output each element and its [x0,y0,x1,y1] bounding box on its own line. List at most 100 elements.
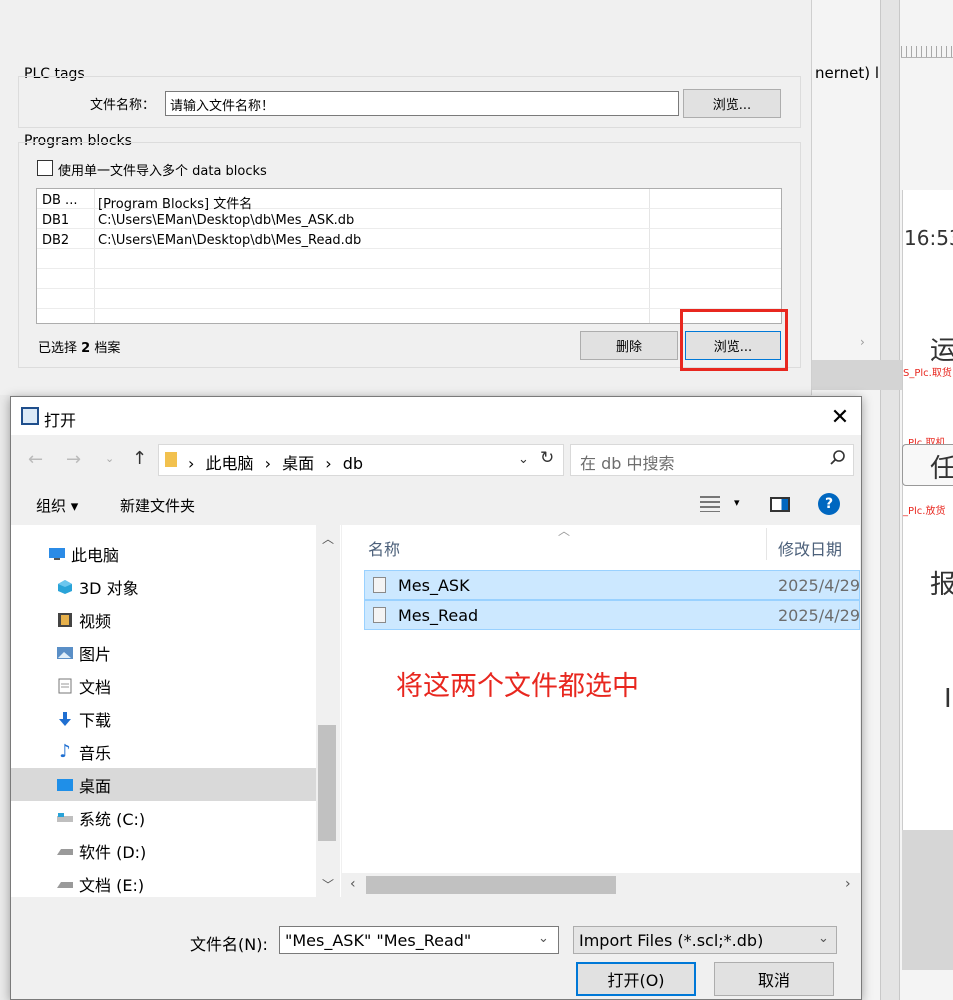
nav-item-label: 下载 [79,710,112,730]
db-table-header-db: DB ... [42,193,78,208]
refresh-icon[interactable]: ↻ [540,448,554,468]
cube-icon [55,579,75,595]
nav-scroll-down-icon[interactable]: ﹀ [322,876,334,893]
highlight-box [680,309,788,371]
nav-item-pc[interactable]: 此电脑 [11,537,316,570]
nav-item-label: 音乐 [79,743,112,763]
new-folder-button[interactable]: 新建文件夹 [120,495,195,516]
hscroll-left-icon[interactable]: ‹ [350,876,356,892]
video-icon [55,612,75,628]
column-divider [766,528,767,560]
plc-browse-button[interactable]: 浏览... [683,89,781,118]
help-icon[interactable]: ? [818,493,840,515]
open-button[interactable]: 打开(O) [576,962,696,996]
view-options-icon[interactable] [700,496,720,512]
db-file-icon [373,577,386,593]
background-partial-text: nernet) l [815,64,880,82]
file-date: 2025/4/29 [778,606,861,625]
close-icon[interactable]: ✕ [826,403,854,431]
pc-icon [47,547,67,561]
background-red-label-3: _Plc.放货 [903,506,946,517]
background-red-label-1: S_Plc.取货 [903,368,952,379]
recent-dropdown-icon[interactable]: ⌄ [105,452,114,465]
selected-count-text: 已选择 2 档案 [38,337,120,356]
breadcrumb-desktop[interactable]: 桌面 [282,454,314,473]
hscroll-thumb[interactable] [366,876,616,894]
background-gray-block [812,360,902,390]
single-file-checkbox[interactable] [37,160,53,176]
nav-item-desktop[interactable]: 桌面 [11,768,316,801]
db-table-row-1-file: C:\Users\EMan\Desktop\db\Mes_ASK.db [98,213,355,228]
background-time: 16:53 [904,226,953,250]
sort-indicator-icon: ︿ [558,524,571,538]
selected-suffix: 档案 [94,341,121,356]
nav-scroll-thumb[interactable] [318,725,336,841]
file-name-input-value: 请输入文件名称！ [170,99,275,114]
column-name[interactable]: 名称 [368,536,400,560]
selected-prefix: 已选择 [38,341,78,356]
drive-icon [55,846,75,856]
file-type-dropdown-icon[interactable]: ⌄ [818,931,829,946]
file-date: 2025/4/29 [778,576,861,595]
file-name-input[interactable]: 请输入文件名称！ [165,91,679,116]
nav-item-pictures[interactable]: 图片 [11,636,316,669]
background-ruler [901,46,953,58]
file-type-select[interactable]: Import Files (*.scl;*.db) ⌄ [573,926,837,954]
download-icon [55,711,75,727]
view-dropdown-icon[interactable]: ▾ [734,496,740,509]
filename-input[interactable]: "Mes_ASK" "Mes_Read" ⌄ [279,926,559,954]
nav-item-label: 软件 (D:) [79,842,147,862]
organize-menu[interactable]: 组织 ▾ [36,495,78,516]
delete-button[interactable]: 删除 [580,331,678,360]
breadcrumb-db[interactable]: db [343,454,363,473]
nav-item-drive-c[interactable]: 系统 (C:) [11,801,316,834]
nav-item-drive-d[interactable]: 软件 (D:) [11,834,316,867]
up-icon[interactable]: ↑ [132,448,147,469]
nav-item-label: 图片 [79,644,112,664]
breadcrumb-sep-icon: › [325,454,332,473]
address-dropdown-icon[interactable]: ⌄ [518,452,529,467]
nav-item-documents[interactable]: 文档 [11,669,316,702]
nav-tree: 此电脑 3D 对象 视频 图片 文档 下载 ♪ 音乐 桌面 系统 (C:) 软件 … [11,537,316,900]
nav-item-label: 文档 [79,677,112,697]
annotation-text: 将这两个文件都选中 [396,671,639,702]
file-row-mes-read[interactable]: Mes_Read 2025/4/29 [364,600,860,630]
nav-item-label: 此电脑 [71,545,120,565]
breadcrumb-pc[interactable]: 此电脑 [206,454,254,473]
nav-scrollbar[interactable] [316,525,340,897]
back-icon[interactable]: ← [28,449,43,470]
filename-dropdown-icon[interactable]: ⌄ [538,931,549,946]
nav-item-3d[interactable]: 3D 对象 [11,570,316,603]
nav-item-videos[interactable]: 视频 [11,603,316,636]
desktop-icon [55,778,75,792]
nav-item-label: 文档 (E:) [79,875,145,895]
db-table-header-file: [Program Blocks] 文件名 [98,197,253,212]
dialog-title: 打开 [44,411,77,430]
background-char-1: 运 [930,336,953,366]
breadcrumb: › 此电脑 › 桌面 › db [188,450,369,474]
nav-item-label: 桌面 [79,776,112,796]
selected-count: 2 [81,341,91,356]
preview-pane-icon[interactable] [770,497,790,512]
folder-icon [165,452,177,467]
search-placeholder: 在 db 中搜索 [580,454,675,473]
cancel-button[interactable]: 取消 [714,962,834,996]
nav-item-downloads[interactable]: 下载 [11,702,316,735]
db-table-row-2-db: DB2 [42,233,70,248]
file-row-mes-ask[interactable]: Mes_ASK 2025/4/29 [364,570,860,600]
db-table-row-1-db: DB1 [42,213,70,228]
db-file-icon [373,607,386,623]
filename-input-value: "Mes_ASK" "Mes_Read" [285,931,472,950]
forward-icon[interactable]: → [66,449,81,470]
search-icon[interactable] [829,449,847,471]
background-scroll-arrow: › [860,335,865,349]
drive-icon [55,879,75,889]
nav-item-music[interactable]: ♪ 音乐 [11,735,316,768]
nav-scroll-up-icon[interactable]: ︿ [322,530,334,547]
hscroll-right-icon[interactable]: › [845,876,851,892]
file-name: Mes_ASK [398,576,470,595]
column-date[interactable]: 修改日期 [778,536,842,560]
nav-item-drive-e[interactable]: 文档 (E:) [11,867,316,900]
drive-icon [55,812,75,824]
file-name: Mes_Read [398,606,479,625]
